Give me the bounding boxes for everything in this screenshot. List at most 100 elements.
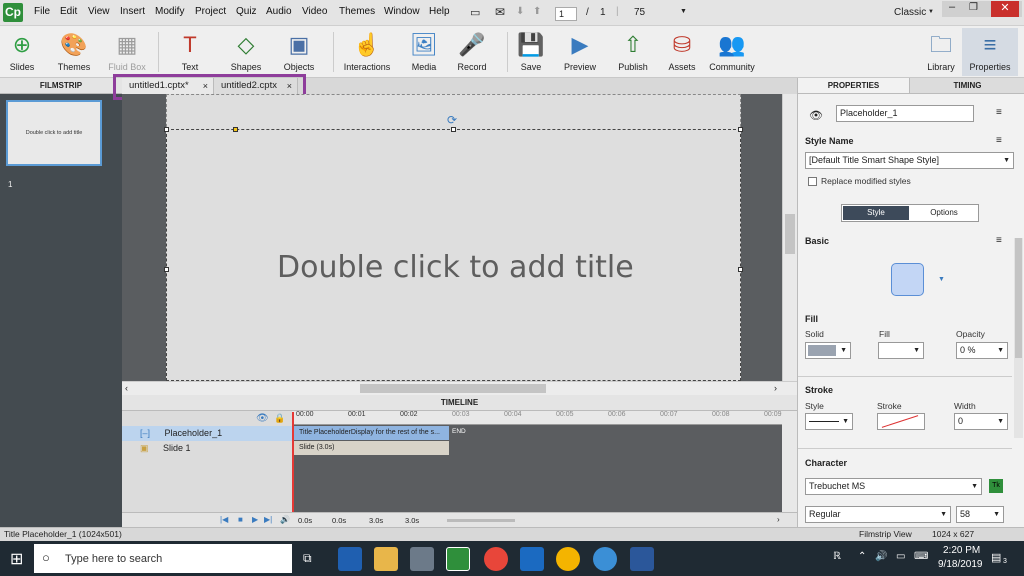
clock-date[interactable]: 9/18/2019: [938, 559, 983, 570]
skype-icon[interactable]: [593, 547, 617, 571]
list-menu-icon[interactable]: ≡: [996, 235, 1002, 246]
file-explorer-icon[interactable]: [374, 547, 398, 571]
stroke-color-picker[interactable]: [877, 413, 925, 430]
page-current-input[interactable]: 1: [555, 7, 577, 21]
chevron-down-icon[interactable]: ▼: [928, 9, 934, 15]
save-button[interactable]: 💾 Save: [503, 28, 559, 76]
rotate-icon[interactable]: ⟳: [447, 113, 457, 127]
list-menu-icon[interactable]: ≡: [996, 107, 1002, 118]
chevron-right-icon[interactable]: ›: [774, 383, 777, 393]
resize-handle[interactable]: [164, 127, 169, 132]
chrome-canary-icon[interactable]: [556, 547, 580, 571]
title-placeholder-text[interactable]: Double click to add title: [277, 250, 634, 285]
clock-time[interactable]: 2:20 PM: [943, 545, 980, 556]
font-style-select[interactable]: Regular ▼: [805, 506, 951, 523]
keyboard-icon[interactable]: ⌨: [914, 551, 928, 562]
slides-button[interactable]: ⊕ Slides: [0, 28, 50, 76]
stop-icon[interactable]: ■: [238, 515, 243, 524]
menu-insert[interactable]: Insert: [120, 6, 145, 17]
windows-start-icon[interactable]: ⊞: [10, 549, 23, 569]
timeline-bar[interactable]: Slide (3.0s): [294, 441, 449, 455]
zoom-level[interactable]: 75: [634, 7, 645, 18]
tray-chevron-icon[interactable]: ⌃: [858, 551, 866, 562]
chevron-down-icon[interactable]: ▼: [938, 276, 945, 283]
panel-scrollbar[interactable]: [1014, 238, 1023, 438]
comment-icon[interactable]: ▭: [470, 6, 480, 19]
taskbar-search[interactable]: ○ Type here to search: [34, 544, 292, 573]
menu-video[interactable]: Video: [302, 6, 327, 17]
eye-icon[interactable]: 👁: [256, 413, 269, 424]
resize-handle[interactable]: [738, 127, 743, 132]
anchor-handle[interactable]: [233, 127, 238, 132]
mail-icon[interactable]: ✉: [495, 5, 505, 19]
shapes-button[interactable]: ◇ Shapes: [218, 28, 274, 76]
mail-icon[interactable]: [410, 547, 434, 571]
edge-icon[interactable]: [338, 547, 362, 571]
resize-handle[interactable]: [451, 127, 456, 132]
themes-button[interactable]: 🎨 Themes: [46, 28, 102, 76]
community-button[interactable]: 👥 Community: [704, 28, 760, 76]
lock-icon[interactable]: 🔒: [274, 413, 285, 424]
task-view-icon[interactable]: ⧉: [303, 551, 312, 566]
publish-button[interactable]: ⇧ Publish: [605, 28, 661, 76]
vertical-scrollbar[interactable]: [782, 94, 797, 381]
workspace-switcher[interactable]: Classic: [894, 7, 926, 18]
people-icon[interactable]: ℝ: [833, 551, 841, 562]
assets-button[interactable]: ⛁ Assets: [654, 28, 710, 76]
rewind-icon[interactable]: |◀: [220, 515, 228, 524]
network-icon[interactable]: ▭: [896, 551, 905, 562]
timeline-bar[interactable]: Title PlaceholderDisplay for the rest of…: [294, 426, 449, 440]
resize-handle[interactable]: [164, 267, 169, 272]
tab-style[interactable]: Style: [843, 206, 909, 220]
horizontal-scrollbar[interactable]: ‹ ›: [122, 381, 797, 395]
stroke-width-input[interactable]: 0 ▼: [954, 413, 1008, 430]
notification-icon[interactable]: ▤: [991, 551, 1001, 564]
opacity-input[interactable]: 0 % ▼: [956, 342, 1008, 359]
menu-modify[interactable]: Modify: [155, 6, 184, 17]
preview-button[interactable]: ▶ Preview: [552, 28, 608, 76]
chevron-right-icon[interactable]: ›: [777, 515, 780, 524]
scroll-thumb[interactable]: [785, 214, 795, 254]
stroke-style-select[interactable]: ▼: [805, 413, 853, 430]
menu-project[interactable]: Project: [195, 6, 226, 17]
style-name-select[interactable]: [Default Title Smart Shape Style] ▼: [805, 152, 1014, 169]
font-family-select[interactable]: Trebuchet MS ▼: [805, 478, 982, 495]
fill-color-picker[interactable]: ▼: [878, 342, 924, 359]
object-name-field[interactable]: Placeholder_1: [836, 105, 974, 122]
captivate-icon[interactable]: [446, 547, 470, 571]
arrow-up-icon[interactable]: ⬆: [533, 6, 541, 17]
menu-window[interactable]: Window: [384, 6, 420, 17]
replace-styles-checkbox[interactable]: [808, 177, 817, 186]
scroll-thumb[interactable]: [1015, 238, 1022, 358]
list-menu-icon[interactable]: ≡: [996, 135, 1002, 146]
menu-edit[interactable]: Edit: [60, 6, 77, 17]
zoom-slider[interactable]: [447, 519, 515, 522]
tab-properties[interactable]: PROPERTIES: [798, 78, 910, 94]
fill-type-select[interactable]: ▼: [805, 342, 851, 359]
outlook-icon[interactable]: [520, 547, 544, 571]
eye-icon[interactable]: 👁: [809, 109, 823, 122]
volume-icon[interactable]: 🔊: [875, 551, 887, 562]
tab-timing[interactable]: TIMING: [910, 78, 1024, 94]
menu-help[interactable]: Help: [429, 6, 450, 17]
menu-themes[interactable]: Themes: [339, 6, 375, 17]
arrow-down-icon[interactable]: ⬇: [516, 6, 524, 17]
slide-thumbnail[interactable]: Double click to add title: [6, 100, 102, 166]
text-button[interactable]: T Text: [162, 28, 218, 76]
menu-quiz[interactable]: Quiz: [236, 6, 257, 17]
font-size-input[interactable]: 58 ▼: [956, 506, 1004, 523]
menu-file[interactable]: File: [34, 6, 50, 17]
close-icon[interactable]: ✕: [991, 1, 1019, 17]
timeline-row[interactable]: ▣ Slide 1: [122, 441, 292, 456]
chevron-left-icon[interactable]: ‹: [125, 383, 128, 393]
properties-button[interactable]: ≡ Properties: [962, 28, 1018, 76]
record-button[interactable]: 🎤 Record: [444, 28, 500, 76]
speaker-icon[interactable]: 🔊: [280, 515, 290, 524]
menu-audio[interactable]: Audio: [266, 6, 292, 17]
chevron-down-icon[interactable]: ▼: [680, 8, 687, 15]
resize-handle[interactable]: [738, 267, 743, 272]
shape-preview[interactable]: [891, 263, 924, 296]
chrome-icon[interactable]: [484, 547, 508, 571]
tab-options[interactable]: Options: [910, 206, 978, 220]
forward-icon[interactable]: ▶|: [264, 515, 272, 524]
